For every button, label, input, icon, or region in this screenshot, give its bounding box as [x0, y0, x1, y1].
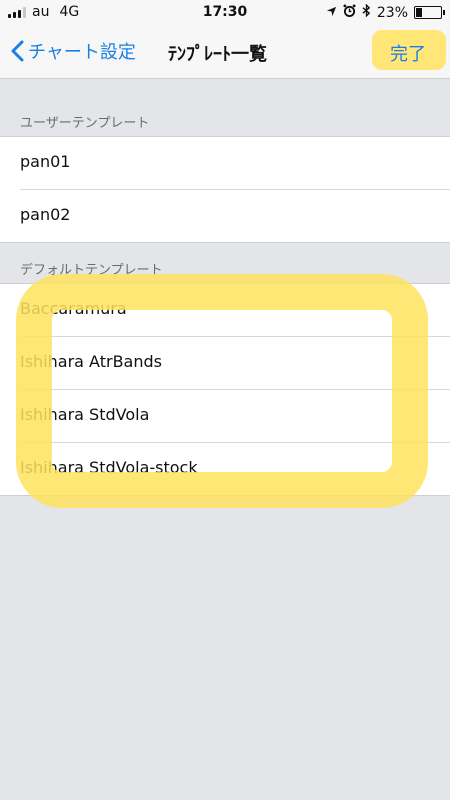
template-name: Baccaramura — [20, 299, 127, 318]
done-button[interactable]: 完了 — [390, 40, 426, 66]
list-item[interactable]: pan02 — [20, 189, 450, 242]
template-name: pan02 — [20, 205, 71, 224]
list-item[interactable]: Ishihara StdVola-stock — [20, 442, 450, 495]
list-item[interactable]: Ishihara StdVola — [20, 389, 450, 442]
back-button[interactable]: チャート設定 — [10, 38, 136, 64]
list-item[interactable]: Baccaramura — [0, 284, 450, 336]
default-templates-list: Baccaramura Ishihara AtrBands Ishihara S… — [0, 283, 450, 496]
template-name: Ishihara StdVola — [20, 405, 150, 424]
template-name: Ishihara StdVola-stock — [20, 458, 198, 477]
status-right: 23% — [326, 3, 445, 21]
battery-percent: 23% — [376, 4, 408, 21]
location-icon — [326, 5, 337, 21]
bluetooth-icon — [362, 3, 371, 21]
back-button-label: チャート設定 — [28, 42, 136, 63]
list-item[interactable]: pan01 — [0, 137, 450, 189]
user-templates-list: pan01 pan02 — [0, 136, 450, 243]
default-templates-header: デフォルトテンプレート — [20, 263, 163, 278]
status-bar: au 4G 17:30 23% — [0, 0, 450, 26]
user-templates-header: ユーザーテンプレート — [20, 116, 150, 131]
list-item[interactable]: Ishihara AtrBands — [20, 336, 450, 389]
battery-fill — [416, 8, 422, 17]
page-title: ﾃﾝﾌﾟﾚｰﾄ一覧 — [168, 44, 267, 65]
chevron-left-icon — [11, 40, 24, 62]
alarm-icon — [343, 4, 356, 21]
template-name: Ishihara AtrBands — [20, 352, 162, 371]
template-name: pan01 — [20, 152, 71, 171]
battery-icon — [414, 6, 445, 19]
